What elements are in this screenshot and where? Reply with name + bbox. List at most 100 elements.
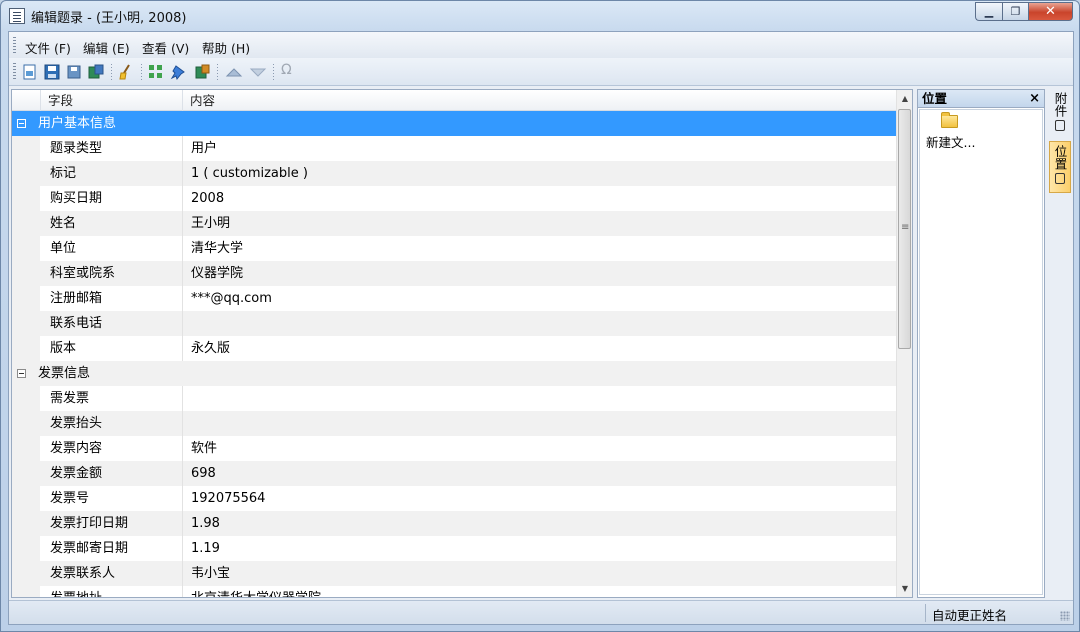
field-name: 发票地址 <box>50 586 102 597</box>
table-row[interactable]: 发票内容 软件 <box>12 436 896 461</box>
table-row[interactable]: 注册邮箱 ***@qq.com <box>12 286 896 311</box>
maximize-button[interactable]: ❐ <box>1002 2 1028 21</box>
field-value[interactable]: 1 ( customizable ) <box>190 161 308 186</box>
side-tabs: 附件 位置 <box>1047 89 1073 199</box>
grid-rows: 用户基本信息 题录类型 用户 标记 1 ( customizable ) 购买日期 2… <box>12 111 896 597</box>
location-pane-header: 位置 × <box>918 90 1044 108</box>
field-name: 发票金额 <box>50 466 103 481</box>
menu-grip[interactable] <box>13 37 16 53</box>
toolbar-separator <box>111 64 112 80</box>
category-row[interactable]: 用户基本信息 <box>12 111 896 136</box>
export-icon[interactable] <box>87 63 105 81</box>
category-row[interactable]: 发票信息 <box>12 361 896 386</box>
title-bar: 编辑题录 - (王小明, 2008) ▁ ❐ ✕ <box>1 1 1079 31</box>
pin-icon[interactable] <box>170 63 188 81</box>
field-name: 版本 <box>50 341 77 356</box>
table-row[interactable]: 联系电话 <box>12 311 896 336</box>
menu-edit[interactable]: 编辑 (E) <box>83 38 130 57</box>
location-pane: 位置 × 新建文... <box>917 89 1045 598</box>
field-value[interactable] <box>190 311 191 336</box>
menu-view[interactable]: 查看 (V) <box>142 38 189 57</box>
field-value[interactable]: 软件 <box>190 436 217 461</box>
field-name: 发票号 <box>50 491 90 506</box>
collapse-icon[interactable] <box>17 369 26 378</box>
field-value[interactable]: 北京清华大学仪器学院 <box>190 586 321 597</box>
column-header-field[interactable]: 字段 <box>40 90 182 111</box>
field-value[interactable]: 192075564 <box>190 486 265 511</box>
scrollbar-thumb[interactable] <box>898 109 911 349</box>
field-value[interactable]: 698 <box>190 461 216 486</box>
omega-icon[interactable]: Ω <box>281 62 299 80</box>
location-icon <box>1055 173 1065 184</box>
field-value[interactable]: 永久版 <box>190 336 230 361</box>
grid-header: 字段 内容 <box>12 90 896 111</box>
move-down-icon[interactable] <box>249 63 267 81</box>
list-app-icon <box>9 8 25 24</box>
table-row[interactable]: 科室或院系 仪器学院 <box>12 261 896 286</box>
field-name: 发票打印日期 <box>50 516 129 531</box>
table-row[interactable]: 发票邮寄日期 1.19 <box>12 536 896 561</box>
field-value[interactable]: 清华大学 <box>190 236 243 261</box>
vertical-scrollbar[interactable]: ▲ ▼ <box>896 90 912 597</box>
menu-file[interactable]: 文件 (F) <box>25 38 71 57</box>
minimize-button[interactable]: ▁ <box>975 2 1002 21</box>
folder-icon[interactable] <box>941 112 958 128</box>
table-row[interactable]: 发票打印日期 1.98 <box>12 511 896 536</box>
field-value[interactable] <box>190 411 191 436</box>
resize-grip[interactable] <box>1060 611 1070 621</box>
close-pane-icon[interactable]: × <box>1029 90 1040 108</box>
menu-bar: 文件 (F) 编辑 (E) 查看 (V) 帮助 (H) <box>9 32 1073 58</box>
status-bar: 自动更正姓名 <box>9 600 1073 624</box>
move-up-icon[interactable] <box>225 63 243 81</box>
table-row[interactable]: 标记 1 ( customizable ) <box>12 161 896 186</box>
save-icon[interactable] <box>43 63 61 81</box>
field-value[interactable]: 仪器学院 <box>190 261 243 286</box>
field-name: 姓名 <box>50 216 77 231</box>
table-row[interactable]: 姓名 王小明 <box>12 211 896 236</box>
grid-icon[interactable] <box>147 63 165 81</box>
property-grid: 字段 内容 用户基本信息 题录类型 用户 标记 1 ( customizable )… <box>11 89 913 598</box>
table-row[interactable]: 发票号 192075564 <box>12 486 896 511</box>
field-value[interactable]: 王小明 <box>190 211 230 236</box>
status-separator <box>925 604 926 622</box>
toolbar: Ω <box>9 58 1073 86</box>
toolbar-separator <box>217 64 218 80</box>
field-value[interactable]: 2008 <box>190 186 224 211</box>
tab-attachment[interactable]: 附件 <box>1049 89 1071 139</box>
table-row[interactable]: 发票金额 698 <box>12 461 896 486</box>
field-value[interactable]: ***@qq.com <box>190 286 272 311</box>
save-as-icon[interactable] <box>65 63 83 81</box>
clean-icon[interactable] <box>117 63 135 81</box>
close-button[interactable]: ✕ <box>1028 2 1073 21</box>
field-value[interactable] <box>190 386 191 411</box>
client-area: 文件 (F) 编辑 (E) 查看 (V) 帮助 (H) Ω 字段 内容 用户基本… <box>8 31 1074 625</box>
location-pane-title: 位置 <box>922 91 948 106</box>
column-header-content[interactable]: 内容 <box>182 90 896 111</box>
collapse-icon[interactable] <box>17 119 26 128</box>
folder-label[interactable]: 新建文... <box>926 132 975 151</box>
table-row[interactable]: 题录类型 用户 <box>12 136 896 161</box>
field-value[interactable]: 韦小宝 <box>190 561 230 586</box>
scroll-down-icon[interactable]: ▼ <box>897 580 912 597</box>
field-value[interactable]: 1.19 <box>190 536 220 561</box>
app-window: 编辑题录 - (王小明, 2008) ▁ ❐ ✕ 文件 (F) 编辑 (E) 查… <box>0 0 1080 632</box>
table-row[interactable]: 发票地址 北京清华大学仪器学院 <box>12 586 896 597</box>
scroll-up-icon[interactable]: ▲ <box>897 90 912 107</box>
table-row[interactable]: 版本 永久版 <box>12 336 896 361</box>
new-record-icon[interactable] <box>21 63 39 81</box>
toolbar-grip[interactable] <box>13 63 16 79</box>
import-icon[interactable] <box>193 63 211 81</box>
window-controls: ▁ ❐ ✕ <box>975 2 1073 22</box>
tab-location[interactable]: 位置 <box>1049 141 1071 193</box>
tab-location-label: 位置 <box>1052 145 1068 170</box>
table-row[interactable]: 需发票 <box>12 386 896 411</box>
field-name: 需发票 <box>50 391 90 406</box>
table-row[interactable]: 发票抬头 <box>12 411 896 436</box>
toolbar-separator <box>273 64 274 80</box>
field-value[interactable]: 1.98 <box>190 511 220 536</box>
field-value[interactable]: 用户 <box>190 136 217 161</box>
table-row[interactable]: 单位 清华大学 <box>12 236 896 261</box>
table-row[interactable]: 发票联系人 韦小宝 <box>12 561 896 586</box>
menu-help[interactable]: 帮助 (H) <box>202 38 250 57</box>
table-row[interactable]: 购买日期 2008 <box>12 186 896 211</box>
